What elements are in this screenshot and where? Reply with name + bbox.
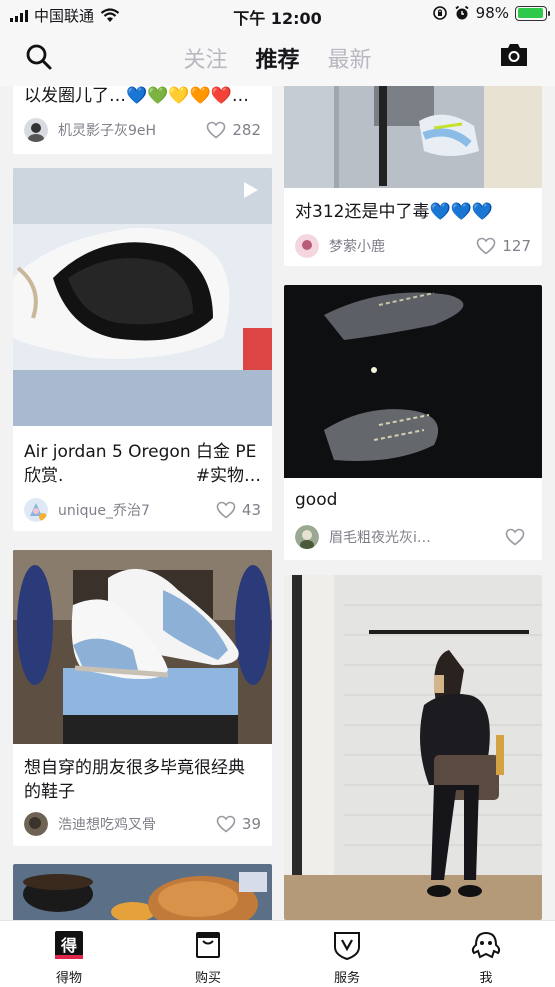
heart-icon — [505, 528, 525, 546]
post-title: 以发圈儿了…💙💚💛🧡❤️… — [24, 86, 249, 106]
like-button[interactable]: 282 — [206, 121, 261, 139]
tab-buy[interactable]: 购买 — [168, 929, 248, 986]
tab-recommended[interactable]: 推荐 — [255, 42, 299, 74]
like-count: 282 — [232, 121, 261, 139]
like-button[interactable]: 43 — [216, 501, 261, 519]
post-title: 对312还是中了毒💙💙💙 — [295, 202, 493, 222]
post-author[interactable]: 眉毛粗夜光灰i… — [329, 527, 505, 547]
post-meta: 浩迪想吃鸡叉骨 39 — [24, 812, 261, 836]
post-image[interactable] — [13, 864, 272, 920]
post-title-line: 的鞋子 — [24, 782, 75, 802]
post-image[interactable] — [284, 86, 542, 188]
battery-percent: 98% — [475, 4, 509, 22]
sneaker-photo — [13, 550, 272, 744]
sneaker-photo — [284, 86, 542, 188]
sneaker-photo — [284, 285, 542, 478]
post-meta: 机灵影子灰9eH 282 — [24, 118, 261, 142]
tab-following[interactable]: 关注 — [183, 42, 227, 74]
post-meta: 梦萦小鹿 127 — [295, 234, 531, 258]
post-image[interactable] — [284, 575, 542, 920]
post-meta: unique_乔治7 43 — [24, 498, 261, 522]
post-title-line: 欣赏. #实物… — [24, 464, 261, 488]
status-right: 98% — [432, 4, 550, 22]
status-bar: 中国联通 下午 12:00 98% — [0, 0, 555, 30]
post-image[interactable] — [13, 550, 272, 744]
heart-icon — [477, 237, 496, 255]
like-button[interactable] — [505, 528, 531, 546]
rotation-lock-icon — [432, 6, 447, 20]
post-title-part: 欣赏. — [24, 466, 64, 486]
post-card[interactable] — [13, 864, 272, 920]
svg-text:得: 得 — [60, 936, 77, 955]
like-count: 39 — [241, 815, 261, 833]
post-card[interactable] — [284, 575, 542, 920]
heart-icon — [216, 501, 236, 519]
outfit-photo — [284, 575, 542, 920]
food-photo — [13, 864, 272, 920]
shopping-bag-icon — [196, 932, 220, 958]
avatar[interactable] — [24, 118, 48, 142]
post-card[interactable]: 想自穿的朋友很多毕竟很经典 的鞋子 浩迪想吃鸡叉骨 39 — [13, 550, 272, 846]
post-title: good — [295, 490, 338, 510]
avatar[interactable] — [295, 525, 319, 549]
tab-label: 我 — [479, 971, 493, 986]
feed-tabs: 关注 推荐 最新 — [0, 42, 555, 74]
post-title: 想自穿的朋友很多毕竟很经典 的鞋子 — [13, 744, 272, 804]
alarm-icon — [455, 5, 469, 20]
tab-me[interactable]: 我 — [446, 929, 526, 986]
avatar[interactable] — [24, 498, 48, 522]
recommend-feed[interactable]: 以发圈儿了…💙💚💛🧡❤️… 机灵影子灰9eH 282 Air jordan 5 … — [0, 86, 555, 920]
like-count: 43 — [241, 501, 261, 519]
post-author[interactable]: 梦萦小鹿 — [329, 236, 476, 256]
camera-icon[interactable] — [499, 42, 529, 68]
post-title-line: Air jordan 5 Oregon 白金 PE — [24, 442, 257, 462]
like-count: 127 — [502, 237, 531, 255]
post-author[interactable]: unique_乔治7 — [58, 500, 216, 520]
bottom-tab-bar: 得 得物 购买 服务 我 — [0, 920, 555, 987]
profile-mascot-icon — [471, 931, 501, 959]
heart-icon — [216, 815, 236, 833]
like-button[interactable]: 39 — [216, 815, 261, 833]
post-image[interactable] — [284, 285, 542, 478]
tab-service[interactable]: 服务 — [307, 929, 387, 986]
post-image[interactable] — [13, 168, 272, 426]
post-card[interactable]: 对312还是中了毒💙💙💙 梦萦小鹿 127 — [284, 86, 542, 266]
post-author[interactable]: 浩迪想吃鸡叉骨 — [58, 814, 216, 834]
post-meta: 眉毛粗夜光灰i… — [295, 525, 531, 549]
post-title: Air jordan 5 Oregon 白金 PE 欣赏. #实物… — [13, 426, 272, 488]
video-play-icon — [244, 182, 258, 198]
dewu-logo-icon: 得 — [55, 931, 83, 959]
tab-latest[interactable]: 最新 — [328, 42, 372, 74]
tab-dewu[interactable]: 得 得物 — [29, 929, 109, 986]
sneaker-photo — [13, 168, 272, 426]
tab-label: 购买 — [194, 971, 221, 986]
heart-icon — [207, 121, 226, 139]
service-shield-icon — [334, 932, 360, 961]
post-title-line: 想自穿的朋友很多毕竟很经典 — [24, 758, 245, 778]
post-author[interactable]: 机灵影子灰9eH — [58, 120, 206, 140]
post-card[interactable]: 以发圈儿了…💙💚💛🧡❤️… 机灵影子灰9eH 282 — [13, 86, 272, 154]
post-card[interactable]: good 眉毛粗夜光灰i… — [284, 285, 542, 560]
post-hashtag[interactable]: #实物… — [196, 464, 261, 488]
tab-label: 得物 — [55, 971, 82, 986]
avatar[interactable] — [295, 234, 319, 258]
tab-label: 服务 — [333, 971, 360, 986]
post-card[interactable]: Air jordan 5 Oregon 白金 PE 欣赏. #实物… uniqu… — [13, 168, 272, 531]
like-button[interactable]: 127 — [476, 237, 531, 255]
top-navigation: 关注 推荐 最新 — [0, 30, 555, 86]
battery-icon — [515, 5, 550, 21]
avatar[interactable] — [24, 812, 48, 836]
